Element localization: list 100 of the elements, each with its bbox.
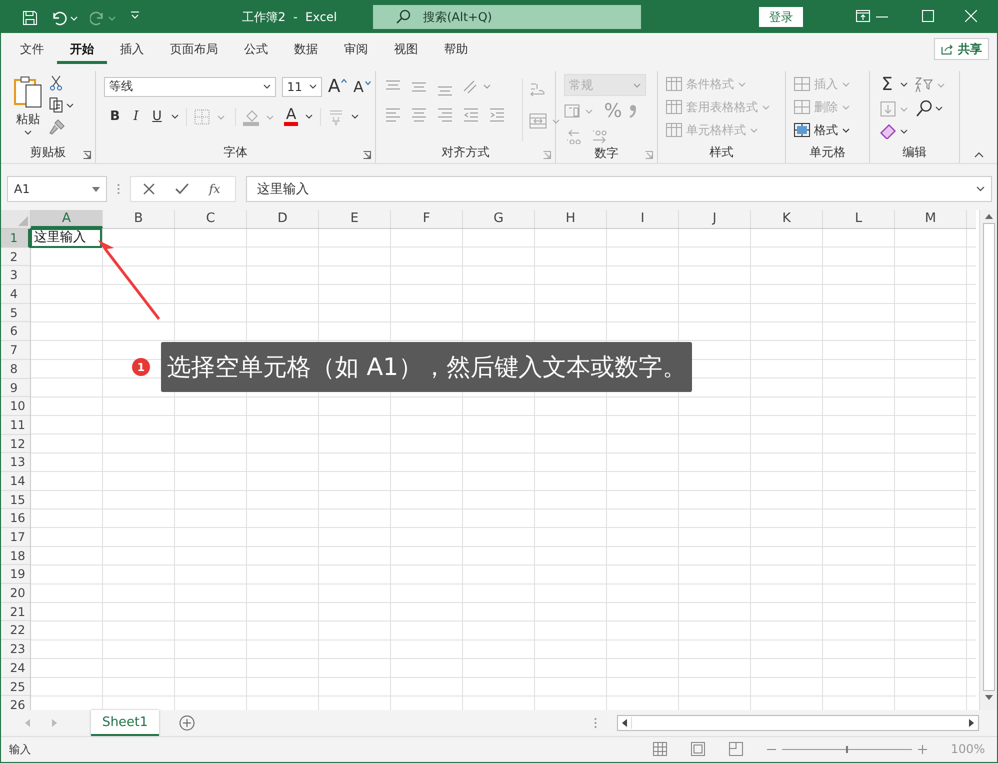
group-label: 编辑 [902,144,926,160]
caret-icon[interactable] [305,114,314,119]
group-label: 对齐方式 [442,144,490,160]
scroll-down-icon[interactable] [984,695,992,700]
table-style-icon [666,100,682,114]
font-color-button[interactable]: A [284,107,298,126]
column-header[interactable]: A [31,210,103,228]
zoom-in-icon[interactable] [918,744,927,754]
scroll-right-icon[interactable] [969,719,974,727]
share-icon [941,43,954,55]
dialog-launcher-icon[interactable] [363,151,371,159]
search-icon[interactable] [916,100,944,118]
up-caret-icon [341,79,348,83]
minimize-icon[interactable] [876,16,888,18]
font-style-button[interactable]: U [150,109,164,124]
font-style-button[interactable]: I [129,109,143,124]
dialog-launcher-icon[interactable] [83,151,91,159]
caret-icon [842,104,850,110]
font-name-dropdown[interactable]: 等线 [104,76,276,96]
menu-tab[interactable]: 插入 [107,34,157,64]
font-style-button[interactable]: B [108,109,122,124]
formula-input[interactable]: 这里输入 [246,176,992,202]
row-header[interactable]: 25 [1,678,30,696]
caret-icon [92,186,100,192]
copy-icon[interactable] [49,97,75,113]
scroll-thumb[interactable] [982,223,994,691]
row-header[interactable]: 2 [1,248,30,266]
caret-icon [738,82,746,86]
scroll-left-icon[interactable] [622,719,627,727]
scissors-icon[interactable] [49,75,63,91]
caret-icon [633,82,641,88]
cell-grid-icon [794,123,810,137]
callout-text: 选择空单元格（如 A1），然后键入文本或数字。 [161,342,692,392]
zoom-slider[interactable] [766,744,927,754]
add-sheet-icon[interactable] [179,715,195,731]
horizontal-scrollbar[interactable] [617,715,979,731]
zoom-level: 100% [950,742,985,756]
eraser-icon[interactable] [880,123,910,139]
sheet-tab[interactable]: Sheet1 [91,710,159,736]
more-options-icon [594,717,597,729]
wrap-text-icon[interactable] [529,81,547,99]
row-header[interactable]: 18 [1,546,30,566]
name-box[interactable]: A1 [7,176,107,202]
comma-style-icon[interactable] [628,104,638,118]
maximize-icon[interactable] [922,10,934,22]
menu-tab[interactable]: 帮助 [431,34,481,64]
cancel-icon[interactable] [143,183,155,195]
row-header[interactable]: 9 [1,378,30,398]
row-header[interactable]: 12 [1,434,30,454]
checkmark-icon[interactable] [175,183,189,195]
collapse-ribbon-icon[interactable] [974,152,984,158]
insert-function-button[interactable]: fx [209,182,220,196]
caret-icon [762,104,770,110]
customize-icon[interactable] [130,10,140,20]
page-break-icon[interactable] [728,742,743,756]
format-painter-icon[interactable] [49,119,65,135]
menu-tab[interactable]: 审阅 [331,34,381,64]
caret-icon [842,82,850,86]
save-icon[interactable] [22,10,38,26]
caret-icon[interactable] [171,114,179,119]
cell-grid-icon [794,100,810,114]
corner-triangle-icon [18,216,28,226]
paste-button[interactable]: 粘贴 [13,75,43,141]
menu-tab[interactable]: 文件 [7,34,57,64]
table-style-icon [666,77,682,91]
search-field[interactable]: 搜索(Alt+Q) [373,5,641,29]
search-icon [395,9,411,25]
scroll-up-icon[interactable] [984,214,992,219]
cells-menu-button[interactable]: 格式 [794,120,869,140]
font-size-dropdown[interactable]: 11 [282,76,322,96]
grow-font-button[interactable]: A [328,76,348,97]
previous-sheet-icon[interactable] [25,719,31,727]
row-header[interactable]: 1 [1,229,30,248]
clipboard-icon [13,75,43,109]
login-button[interactable]: 登录 [759,7,803,27]
next-sheet-icon[interactable] [51,719,57,727]
shrink-font-button[interactable]: A [353,78,371,96]
close-icon[interactable] [965,10,977,22]
caret-icon [24,130,32,135]
menu-tab[interactable]: 页面布局 [157,34,231,64]
group-label: 样式 [710,144,734,160]
ribbon-display-icon[interactable] [856,10,870,22]
active-cell[interactable]: 这里输入 [30,228,102,248]
caret-icon [263,84,271,89]
menu-tab[interactable]: 数据 [281,34,331,64]
menu-tab[interactable]: 公式 [231,34,281,64]
caret-icon [976,186,985,192]
menu-tab[interactable]: 视图 [381,34,431,64]
page-layout-icon[interactable] [690,742,705,756]
redo-icon[interactable] [90,10,118,26]
share-button[interactable]: 共享 [934,38,989,60]
normal-view-icon[interactable] [652,742,667,756]
more-options-icon [117,183,120,195]
sort-filter-icon[interactable] [914,76,946,94]
cell-grid-icon [794,77,810,91]
autosum-button[interactable]: Σ [880,74,894,95]
row-header[interactable]: 15 [1,490,30,510]
table-style-icon [666,123,682,137]
caret-icon[interactable] [900,82,908,87]
fill-down-icon[interactable] [880,101,910,117]
